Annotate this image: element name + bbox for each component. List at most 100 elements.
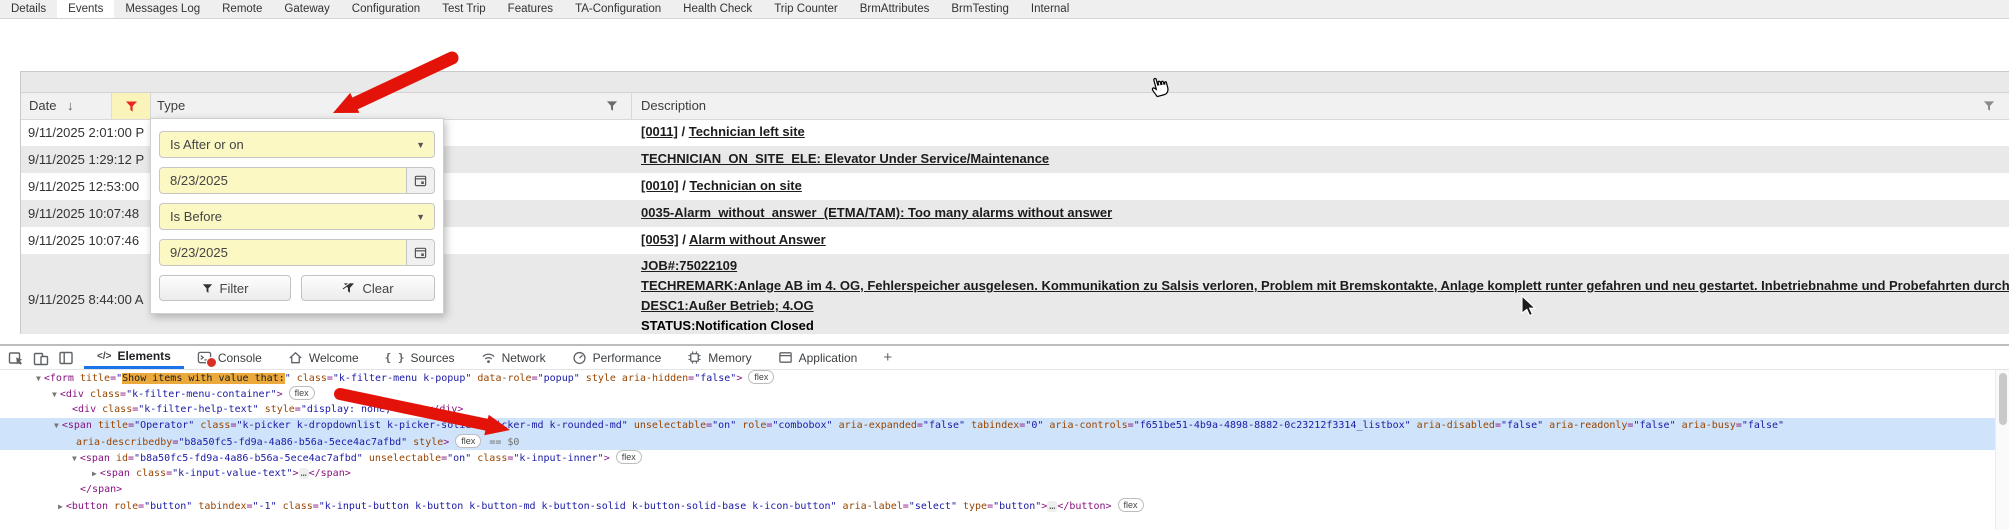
devtools-scrollbar[interactable] [1995, 370, 2009, 530]
event-code-link[interactable]: [0011] [641, 124, 678, 139]
event-description-link[interactable]: Technician on site [689, 178, 801, 193]
event-description-link[interactable]: 0035-Alarm without answer (ETMA/TAM): To… [641, 205, 1112, 220]
tab-ta-configuration[interactable]: TA-Configuration [564, 0, 672, 18]
event-description-link[interactable]: Technician left site [689, 124, 805, 139]
calendar-button[interactable] [406, 168, 434, 193]
code-token: style [259, 404, 295, 415]
devtools-tab-network[interactable]: Network [468, 346, 559, 369]
tab-internal[interactable]: Internal [1020, 0, 1080, 18]
tab-test-trip[interactable]: Test Trip [431, 0, 496, 18]
dock-panel-icon[interactable] [58, 350, 74, 366]
devtools-tab-console[interactable]: Console [184, 346, 275, 369]
devtools-tab-application[interactable]: Application [765, 346, 871, 369]
devtools-tab-welcome[interactable]: Welcome [275, 346, 372, 369]
code-token: div [78, 404, 96, 415]
dom-tree-node[interactable]: ▶<button role="button" tabindex="-1" cla… [0, 498, 2009, 514]
code-token: Show items with value that: [122, 373, 285, 384]
code-token: "button" [144, 501, 192, 512]
devtools-tab-memory[interactable]: Memory [674, 346, 764, 369]
inspect-element-icon[interactable] [8, 350, 24, 366]
devtools-tab-elements[interactable]: </>Elements [84, 346, 184, 369]
tab-brmattributes[interactable]: BrmAttributes [849, 0, 941, 18]
event-description-link[interactable]: TECHNICIAN ON SITE ELE: Elevator Under S… [641, 151, 1049, 166]
dom-tree-node[interactable]: ▶<span class="k-input-value-text">…</spa… [0, 466, 2009, 482]
second-operator-dropdown[interactable]: Is Before ▼ [159, 203, 435, 230]
dom-tree-node-selected[interactable]: ▼<span title="Operator" class="k-picker … [0, 418, 2009, 434]
end-date-input[interactable]: 9/23/2025 [159, 239, 435, 266]
sort-descending-icon[interactable]: ↓ [67, 98, 74, 113]
code-token: > [457, 404, 463, 415]
code-token: > [345, 468, 351, 479]
flex-badge[interactable]: flex [455, 434, 481, 448]
type-column-header[interactable]: Type [157, 98, 185, 113]
code-token: form [50, 373, 74, 384]
event-description-link[interactable]: Alarm without Answer [689, 232, 826, 247]
flex-badge[interactable]: flex [289, 386, 315, 400]
date-filter-button[interactable] [111, 93, 151, 119]
tab-messages-log[interactable]: Messages Log [114, 0, 211, 18]
devtools-tab-strip: </>Elements Console Welcome{ }Sources Netwo… [84, 346, 905, 369]
first-operator-dropdown[interactable]: Is After or on ▼ [159, 131, 435, 158]
filter-button[interactable]: Filter [159, 275, 291, 301]
code-token: > [277, 389, 283, 400]
tab-configuration[interactable]: Configuration [341, 0, 431, 18]
expand-arrow-icon[interactable]: ▼ [52, 390, 57, 399]
application-icon [778, 350, 793, 365]
code-token: "k-filter-menu-container" [126, 389, 277, 400]
code-token: aria-label [837, 501, 903, 512]
event-code-link[interactable]: [0053] [641, 232, 679, 247]
date-column-header[interactable]: Date [29, 98, 56, 113]
type-filter-button[interactable] [606, 100, 618, 112]
chevron-down-icon[interactable]: ▼ [416, 140, 434, 150]
tab-trip-counter[interactable]: Trip Counter [763, 0, 849, 18]
tab-health-check[interactable]: Health Check [672, 0, 763, 18]
code-token: aria-expanded [833, 420, 917, 431]
calendar-button[interactable] [406, 240, 434, 265]
code-token: aria-readonly [1543, 420, 1627, 431]
dom-tree-node-selected[interactable]: aria-describedby="b8a50fc5-fd9a-4a86-b56… [0, 434, 2009, 450]
start-date-input[interactable]: 8/23/2025 [159, 167, 435, 194]
description-column-header[interactable]: Description [641, 98, 706, 113]
event-code-link[interactable]: [0010] [641, 178, 679, 193]
tab-features[interactable]: Features [497, 0, 564, 18]
desc1-link[interactable]: DESC1:Außer Betrieb; 4.OG [641, 296, 2009, 316]
tab-remote[interactable]: Remote [211, 0, 273, 18]
dom-tree-node[interactable]: <div class="k-filter-help-text" style="d… [0, 402, 2009, 418]
calendar-icon [414, 174, 427, 187]
tab-events[interactable]: Events [57, 0, 114, 18]
devtools-tab-sources[interactable]: { }Sources [372, 346, 468, 369]
dom-tree-node[interactable]: ▼<form title="Show items with value that… [0, 370, 2009, 386]
code-token: span [92, 484, 116, 495]
expand-arrow-icon[interactable]: ▼ [54, 421, 59, 430]
flex-badge[interactable]: flex [1118, 498, 1144, 512]
tab-brmtesting[interactable]: BrmTesting [940, 0, 1020, 18]
devtools-tab-label: Performance [593, 351, 662, 365]
dom-tree-node[interactable]: ▼<span id="b8a50fc5-fd9a-4a86-b56a-5ece4… [0, 450, 2009, 466]
expand-arrow-icon[interactable]: ▶ [92, 469, 97, 478]
chevron-down-icon[interactable]: ▼ [416, 212, 434, 222]
expand-arrow-icon[interactable]: ▼ [72, 454, 77, 463]
scrollbar-thumb[interactable] [1999, 373, 2007, 425]
description-filter-button[interactable] [1983, 100, 1995, 112]
flex-badge[interactable]: flex [748, 370, 774, 384]
code-token: "select" [909, 501, 957, 512]
devtools-tab-label: Console [218, 351, 262, 365]
grid-header-row: Date ↓ Type Description [21, 93, 2009, 120]
clear-button[interactable]: Clear [301, 275, 435, 301]
devtools-tab-performance[interactable]: Performance [559, 346, 675, 369]
dom-tree-node[interactable]: </span> [0, 482, 2009, 498]
expand-arrow-icon[interactable]: ▼ [36, 374, 41, 383]
job-number-link[interactable]: JOB#:75022109 [641, 256, 2009, 276]
expand-arrow-icon[interactable]: ▶ [58, 502, 63, 511]
more-tabs-button[interactable]: + [870, 346, 905, 369]
tech-remark-link[interactable]: TECHREMARK:Anlage AB im 4. OG, Fehlerspe… [641, 276, 2009, 296]
code-token: "popup" [538, 373, 580, 384]
flex-badge[interactable]: flex [616, 450, 642, 464]
devtools-tab-label: + [883, 349, 892, 366]
devtools-tab-label: Network [502, 351, 546, 365]
device-toolbar-icon[interactable] [33, 350, 49, 366]
tab-gateway[interactable]: Gateway [273, 0, 340, 18]
code-token: "combobox" [772, 420, 832, 431]
tab-details[interactable]: Details [0, 0, 57, 18]
dom-tree-node[interactable]: ▼<div class="k-filter-menu-container">fl… [0, 386, 2009, 402]
